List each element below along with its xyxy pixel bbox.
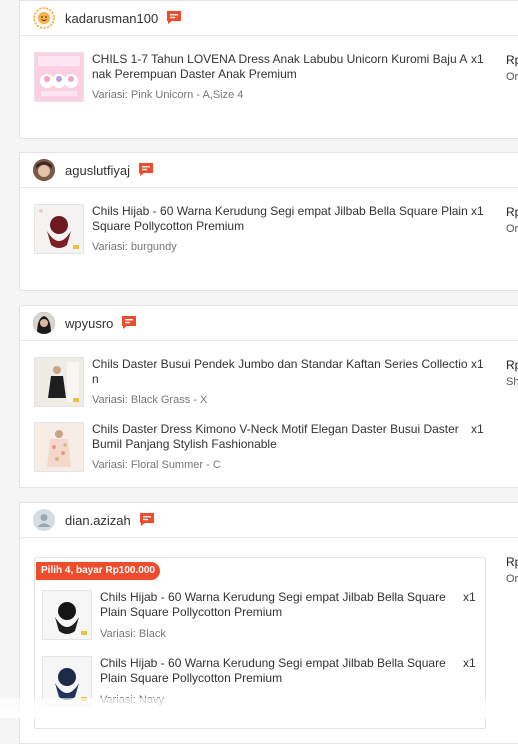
order-card: wpyusro Chils Daster Busui Pendek Jumbo … bbox=[19, 305, 518, 488]
chat-icon[interactable] bbox=[139, 512, 155, 528]
item-quantity: x1 bbox=[471, 204, 484, 218]
avatar[interactable] bbox=[33, 159, 55, 181]
item-quantity: x1 bbox=[471, 52, 484, 66]
item-variant: Variasi: Black bbox=[100, 628, 166, 640]
item-variant: Variasi: Pink Unicorn - A,Size 4 bbox=[92, 89, 244, 101]
order-price: Rp bbox=[506, 53, 518, 67]
order-card: aguslutfiyaj Chils Hijab - 60 Warna Keru… bbox=[19, 152, 518, 291]
order-item[interactable]: Chils Hijab - 60 Warna Kerudung Segi emp… bbox=[34, 204, 494, 256]
order-item[interactable]: CHILS 1-7 Tahun LOVENA Dress Anak Labubu… bbox=[34, 52, 494, 104]
order-price: Rp bbox=[506, 358, 518, 372]
order-status: Or bbox=[506, 223, 518, 235]
chat-icon[interactable] bbox=[138, 162, 154, 178]
chat-icon[interactable] bbox=[166, 10, 182, 26]
product-thumbnail[interactable] bbox=[34, 422, 84, 472]
product-name[interactable]: Chils Daster Dress Kimono V-Neck Motif E… bbox=[92, 422, 468, 452]
buyer-username[interactable]: wpyusro bbox=[65, 316, 113, 331]
order-item[interactable]: Chils Hijab - 60 Warna Kerudung Segi emp… bbox=[42, 590, 482, 642]
order-item[interactable]: Chils Daster Busui Pendek Jumbo dan Stan… bbox=[34, 357, 494, 409]
product-name[interactable]: Chils Daster Busui Pendek Jumbo dan Stan… bbox=[92, 357, 468, 387]
item-variant: Variasi: Black Grass - X bbox=[92, 394, 208, 406]
order-header: wpyusro bbox=[20, 306, 518, 341]
buyer-username[interactable]: kadarusman100 bbox=[65, 11, 158, 26]
bundle-deal-badge[interactable]: Pilih 4, bayar Rp100.000 bbox=[36, 562, 160, 580]
product-name[interactable]: CHILS 1-7 Tahun LOVENA Dress Anak Labubu… bbox=[92, 52, 468, 82]
buyer-username[interactable]: dian.azizah bbox=[65, 513, 131, 528]
order-header: aguslutfiyaj bbox=[20, 153, 518, 188]
order-status: Or bbox=[506, 573, 518, 585]
product-thumbnail[interactable] bbox=[34, 52, 84, 102]
buyer-username[interactable]: aguslutfiyaj bbox=[65, 163, 130, 178]
order-header: dian.azizah bbox=[20, 503, 518, 538]
item-variant: Variasi: burgundy bbox=[92, 241, 177, 253]
order-status: Sh bbox=[506, 376, 518, 388]
order-card: kadarusman100 CHILS 1-7 Tahun LOVENA Dre… bbox=[19, 0, 518, 139]
order-item[interactable]: Chils Daster Dress Kimono V-Neck Motif E… bbox=[34, 422, 494, 474]
item-variant: Variasi: Floral Summer - C bbox=[92, 459, 221, 471]
avatar[interactable] bbox=[33, 7, 55, 29]
order-price: Rp bbox=[506, 205, 518, 219]
product-name[interactable]: Chils Hijab - 60 Warna Kerudung Segi emp… bbox=[92, 204, 468, 234]
product-thumbnail[interactable] bbox=[42, 590, 92, 640]
scroll-fade bbox=[0, 698, 518, 718]
item-quantity: x1 bbox=[463, 656, 476, 670]
order-price: Rp bbox=[506, 555, 518, 569]
item-quantity: x1 bbox=[471, 357, 484, 371]
product-name[interactable]: Chils Hijab - 60 Warna Kerudung Segi emp… bbox=[100, 590, 456, 620]
chat-icon[interactable] bbox=[121, 315, 137, 331]
avatar[interactable] bbox=[33, 509, 55, 531]
order-header: kadarusman100 bbox=[20, 1, 518, 36]
avatar[interactable] bbox=[33, 312, 55, 334]
order-status: Or bbox=[506, 71, 518, 83]
item-quantity: x1 bbox=[463, 590, 476, 604]
product-thumbnail[interactable] bbox=[34, 204, 84, 254]
product-thumbnail[interactable] bbox=[34, 357, 84, 407]
product-name[interactable]: Chils Hijab - 60 Warna Kerudung Segi emp… bbox=[100, 656, 456, 686]
item-quantity: x1 bbox=[471, 422, 484, 436]
